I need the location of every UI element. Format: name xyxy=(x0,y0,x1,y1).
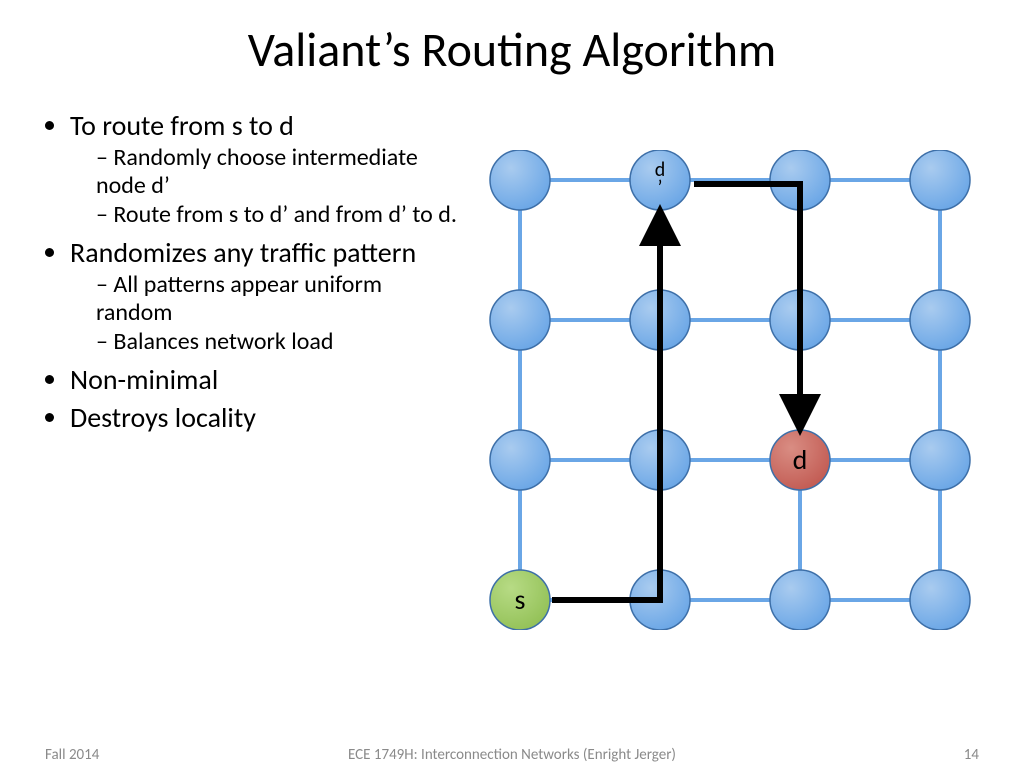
bullet-item: Destroys locality xyxy=(70,402,460,434)
mesh-node xyxy=(490,430,550,490)
bullet-text: To route from s to d xyxy=(70,108,294,143)
footer-right: 14 xyxy=(964,746,979,764)
grid-svg: dsd’ xyxy=(480,150,990,630)
bullet-item: Randomizes any traffic pattern All patte… xyxy=(70,237,460,356)
sub-bullet-list: Randomly choose intermediate node d’ Rou… xyxy=(70,144,460,229)
bullet-text: Destroys locality xyxy=(70,400,256,435)
sub-bullet-text: Route from s to d’ and from d’ to d. xyxy=(113,200,457,229)
bullet-text: Non-minimal xyxy=(70,362,218,397)
intermediate-node-label: ’ xyxy=(658,176,663,200)
sub-bullet-list: All patterns appear uniform random Balan… xyxy=(70,271,460,356)
slide-title: Valiant’s Routing Algorithm xyxy=(0,20,1024,79)
sub-bullet-text: Balances network load xyxy=(113,327,333,356)
mesh-node xyxy=(910,430,970,490)
mesh-node xyxy=(910,150,970,210)
bullet-list: To route from s to d Randomly choose int… xyxy=(40,110,460,434)
mesh-node xyxy=(910,570,970,630)
bullet-text: Randomizes any traffic pattern xyxy=(70,235,416,270)
mesh-node xyxy=(490,290,550,350)
sub-bullet-item: All patterns appear uniform random xyxy=(96,271,460,326)
mesh-node xyxy=(910,290,970,350)
destination-node-label: d xyxy=(793,442,808,477)
route-arrow-s-to-dprime xyxy=(552,216,660,600)
mesh-node xyxy=(490,150,550,210)
footer-center: ECE 1749H: Interconnection Networks (Enr… xyxy=(0,746,1024,764)
sub-bullet-item: Route from s to d’ and from d’ to d. xyxy=(96,201,460,229)
sub-bullet-item: Balances network load xyxy=(96,328,460,356)
mesh-node xyxy=(770,570,830,630)
sub-bullet-item: Randomly choose intermediate node d’ xyxy=(96,144,460,199)
sub-bullet-text: All patterns appear uniform random xyxy=(96,270,382,327)
bullet-item: To route from s to d Randomly choose int… xyxy=(70,110,460,229)
source-node-label: s xyxy=(515,582,526,617)
slide: Valiant’s Routing Algorithm To route fro… xyxy=(0,0,1024,768)
slide-body: To route from s to d Randomly choose int… xyxy=(40,110,460,440)
sub-bullet-text: Randomly choose intermediate node d’ xyxy=(96,143,418,200)
mesh-diagram: dsd’ xyxy=(480,150,990,630)
bullet-item: Non-minimal xyxy=(70,364,460,396)
